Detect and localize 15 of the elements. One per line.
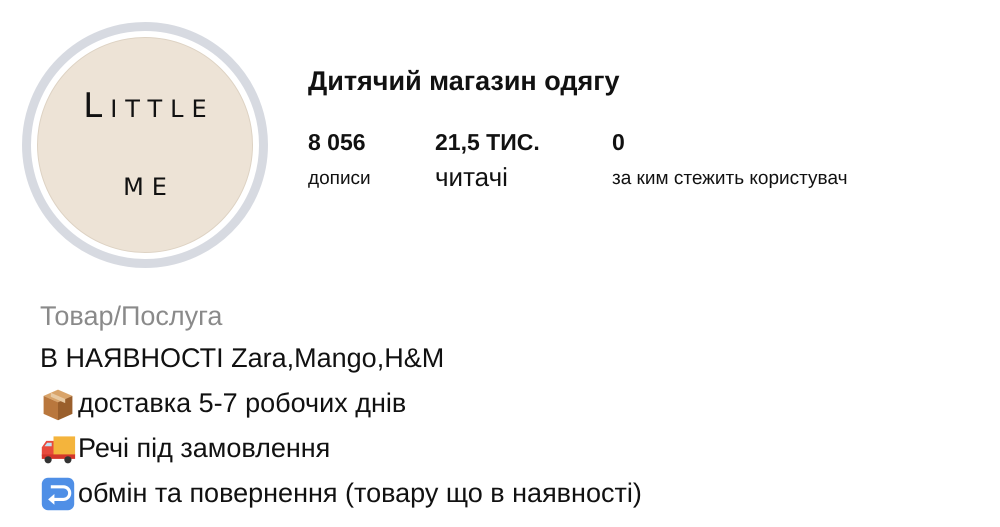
category-text: Товар/Послуга [40, 300, 224, 333]
stat-value[interactable]: 21,5 ТИС. [435, 129, 612, 156]
bio-line: обмін та повернення (товару що в наявності) [78, 478, 642, 509]
avatar[interactable]: Little me [22, 22, 268, 268]
logo-text: Little [82, 89, 215, 123]
stat-value[interactable]: 0 [612, 129, 848, 156]
stat-label[interactable]: дописи [308, 162, 435, 190]
stat-label[interactable]: за ким стежить користувач [612, 162, 848, 190]
stat-label[interactable]: читачі [435, 162, 612, 193]
bio-line: В НАЯВНОСТІ Zara,Mango,H&M [40, 343, 444, 374]
profile-name: Дитячий магазин одягу [308, 66, 621, 97]
bio-line: Речі під замовлення [78, 433, 330, 464]
stat-value[interactable]: 8 056 [308, 129, 435, 156]
logo-text: me [122, 167, 175, 201]
bio-line: доставка 5-7 робочих днів [78, 388, 406, 419]
